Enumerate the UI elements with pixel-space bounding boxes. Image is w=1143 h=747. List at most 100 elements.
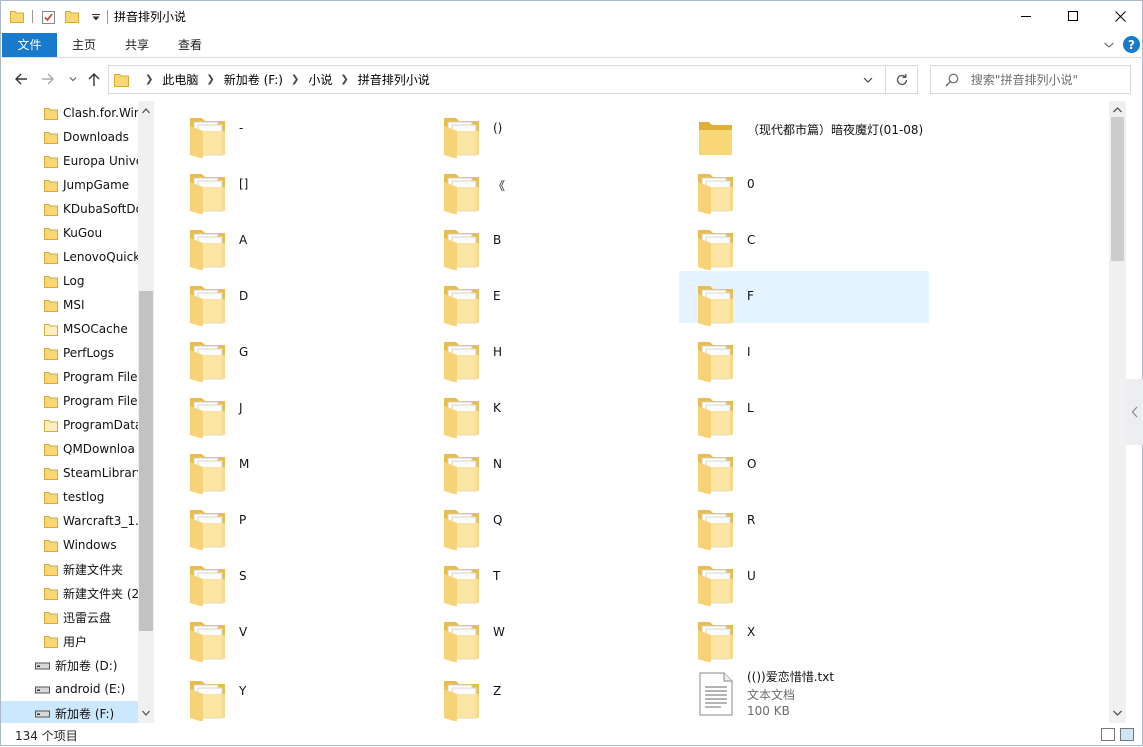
customize-toolbar-icon[interactable]	[91, 12, 101, 22]
sidebar-item[interactable]: Program File	[1, 365, 138, 389]
new-folder-icon[interactable]	[65, 10, 79, 23]
folder-item[interactable]: 《	[425, 159, 675, 214]
sidebar-item[interactable]: testlog	[1, 485, 138, 509]
search-box[interactable]	[930, 65, 1131, 94]
chevron-right-icon[interactable]: ❯	[145, 74, 153, 85]
folder-item[interactable]: S	[171, 551, 421, 606]
navigation-pane-scrollbar[interactable]	[138, 101, 154, 723]
tab-file[interactable]: 文件	[2, 33, 57, 57]
folder-item[interactable]: A	[171, 215, 421, 270]
address-bar[interactable]: ❯ 此电脑 ❯ 新加卷 (F:) ❯ 小说 ❯ 拼音排列小说	[108, 65, 918, 94]
sidebar-item[interactable]: LenovoQuick	[1, 245, 138, 269]
folder-item[interactable]: N	[425, 439, 675, 494]
folder-item[interactable]: Z	[425, 666, 675, 721]
sidebar-item[interactable]: Windows	[1, 533, 138, 557]
folder-item[interactable]: H	[425, 327, 675, 382]
scroll-down-icon[interactable]	[141, 708, 151, 718]
sidebar-item[interactable]: Log	[1, 269, 138, 293]
forward-button[interactable]	[39, 70, 57, 88]
tab-home[interactable]: 主页	[64, 33, 104, 57]
folder-item[interactable]: 0	[679, 159, 929, 214]
up-button[interactable]	[85, 70, 103, 88]
sidebar-item[interactable]: JumpGame	[1, 173, 138, 197]
sidebar-item[interactable]: PerfLogs	[1, 341, 138, 365]
sidebar-item[interactable]: 用户	[1, 629, 138, 653]
details-view-icon[interactable]	[1101, 728, 1115, 741]
folder-item[interactable]: V	[171, 607, 421, 662]
sidebar-item[interactable]: 新加卷 (D:)	[1, 653, 138, 677]
sidebar-item[interactable]: MSOCache	[1, 317, 138, 341]
expand-ribbon-icon[interactable]	[1103, 40, 1115, 50]
folder-item[interactable]: E	[425, 271, 675, 326]
breadcrumb-current[interactable]: 拼音排列小说	[358, 71, 430, 88]
folder-item[interactable]: X	[679, 607, 929, 662]
folder-item[interactable]: G	[171, 327, 421, 382]
scrollbar-thumb[interactable]	[139, 291, 153, 631]
folder-item[interactable]: -	[171, 103, 421, 158]
chevron-right-icon[interactable]: ❯	[340, 74, 348, 85]
folder-item[interactable]: M	[171, 439, 421, 494]
sidebar-item[interactable]: ProgramData	[1, 413, 138, 437]
folder-item[interactable]: Q	[425, 495, 675, 550]
sidebar-item[interactable]: 迅雷云盘	[1, 605, 138, 629]
address-history-button[interactable]	[859, 66, 877, 93]
folder-item[interactable]: I	[679, 327, 929, 382]
refresh-button[interactable]	[893, 71, 911, 89]
recent-locations-button[interactable]	[64, 70, 82, 88]
sidebar-item[interactable]: Europa Unive	[1, 149, 138, 173]
large-icons-view-icon[interactable]	[1120, 728, 1134, 741]
breadcrumb-drive-f[interactable]: 新加卷 (F:)	[224, 71, 283, 88]
back-button[interactable]	[12, 70, 30, 88]
folder-item[interactable]: []	[171, 159, 421, 214]
sidebar-item[interactable]: 新加卷 (F:)	[1, 701, 138, 723]
folder-icon[interactable]	[10, 10, 24, 23]
maximize-button[interactable]	[1050, 1, 1097, 32]
sidebar-item[interactable]: 新建文件夹 (2	[1, 581, 138, 605]
folder-item[interactable]: D	[171, 271, 421, 326]
properties-icon[interactable]	[42, 10, 55, 24]
tab-share[interactable]: 共享	[117, 33, 157, 57]
folder-item[interactable]: U	[679, 551, 929, 606]
minimize-button[interactable]	[1003, 1, 1050, 32]
breadcrumb-novels[interactable]: 小说	[308, 71, 332, 88]
sidebar-item[interactable]: 新建文件夹	[1, 557, 138, 581]
sidebar-item[interactable]: android (E:)	[1, 677, 138, 701]
search-input[interactable]	[970, 72, 1130, 87]
sidebar-item[interactable]: KDubaSoftDo	[1, 197, 138, 221]
folder-item[interactable]: T	[425, 551, 675, 606]
tab-view[interactable]: 查看	[170, 33, 210, 57]
details-pane-toggle[interactable]	[1126, 379, 1143, 445]
folder-item[interactable]: L	[679, 383, 929, 438]
folder-item[interactable]: C	[679, 215, 929, 270]
chevron-right-icon[interactable]: ❯	[291, 74, 299, 85]
breadcrumb-this-pc[interactable]: 此电脑	[162, 71, 198, 88]
sidebar-item[interactable]: Clash.for.Win	[1, 101, 138, 125]
sidebar-item[interactable]: KuGou	[1, 221, 138, 245]
scroll-up-icon[interactable]	[1112, 105, 1123, 115]
folder-item[interactable]: W	[425, 607, 675, 662]
folder-item[interactable]: J	[171, 383, 421, 438]
help-button[interactable]: ?	[1123, 36, 1140, 53]
close-button[interactable]	[1097, 1, 1143, 32]
sidebar-item[interactable]: MSI	[1, 293, 138, 317]
sidebar-item[interactable]: Warcraft3_1.	[1, 509, 138, 533]
file-item[interactable]: (())爱恋惜惜.txt 文本文档 100 KB	[679, 666, 929, 718]
sidebar-item[interactable]: Program File	[1, 389, 138, 413]
folder-item[interactable]: ()	[425, 103, 675, 158]
scroll-down-icon[interactable]	[1112, 708, 1123, 718]
folder-item[interactable]: F	[679, 271, 929, 326]
scroll-up-icon[interactable]	[141, 106, 151, 116]
folder-item[interactable]: （现代都市篇）暗夜魔灯(01-08)	[679, 103, 929, 155]
folder-item[interactable]: B	[425, 215, 675, 270]
folder-item[interactable]: R	[679, 495, 929, 550]
sidebar-item[interactable]: Downloads	[1, 125, 138, 149]
folder-item[interactable]: Y	[171, 666, 421, 721]
folder-item[interactable]: K	[425, 383, 675, 438]
sidebar-item[interactable]: SteamLibrary	[1, 461, 138, 485]
folder-item[interactable]: O	[679, 439, 929, 494]
scrollbar-thumb[interactable]	[1111, 117, 1124, 261]
file-list-scrollbar[interactable]	[1109, 101, 1126, 723]
chevron-right-icon[interactable]: ❯	[206, 74, 214, 85]
sidebar-item[interactable]: QMDownloa	[1, 437, 138, 461]
folder-item[interactable]: P	[171, 495, 421, 550]
